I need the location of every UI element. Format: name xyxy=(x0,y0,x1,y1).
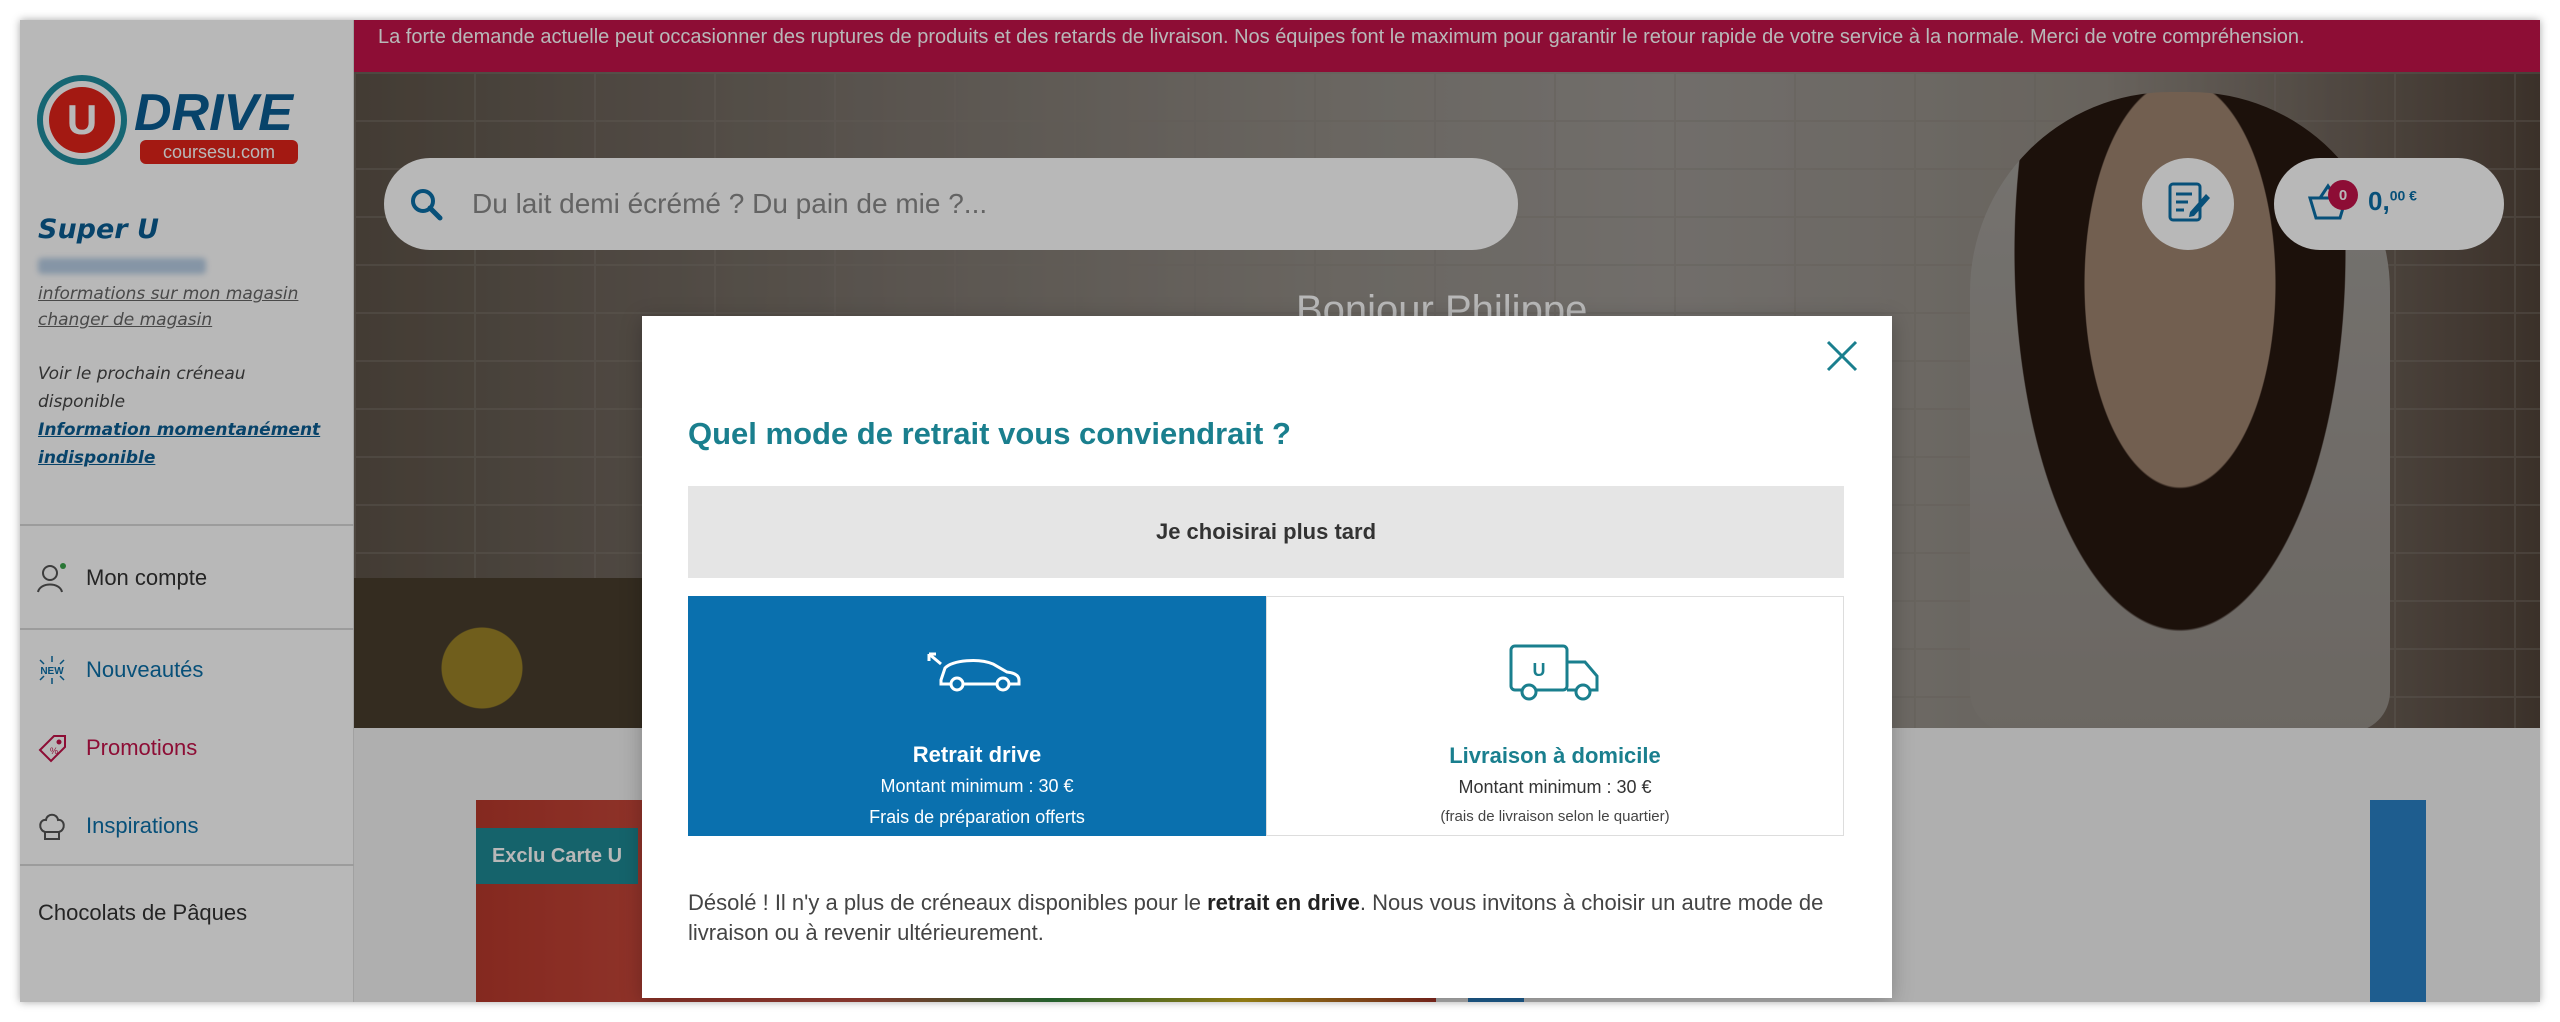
browser-viewport: U DRIVE coursesu.com Super U information… xyxy=(20,20,2540,1002)
option-fees: Frais de préparation offerts xyxy=(869,807,1085,827)
delivery-mode-modal: Quel mode de retrait vous conviendrait ?… xyxy=(642,316,1892,998)
option-title: Livraison à domicile xyxy=(1449,743,1661,768)
unavailable-message: Désolé ! Il n'y a plus de créneaux dispo… xyxy=(688,890,1824,945)
drive-pickup-option[interactable]: Retrait drive Montant minimum : 30 € Fra… xyxy=(688,596,1266,836)
home-delivery-option[interactable]: U Livraison à domicile Montant minimum :… xyxy=(1266,596,1844,836)
close-icon xyxy=(1824,338,1860,378)
option-minimum: Montant minimum : 30 € xyxy=(1458,777,1652,797)
option-title: Retrait drive xyxy=(912,742,1042,767)
option-fees: (frais de livraison selon le quartier) xyxy=(1440,808,1670,825)
car-icon xyxy=(922,636,1032,706)
close-button[interactable] xyxy=(1820,336,1864,380)
svg-text:U: U xyxy=(1533,660,1546,680)
choose-later-button[interactable]: Je choisirai plus tard xyxy=(688,486,1844,578)
option-minimum: Montant minimum : 30 € xyxy=(880,776,1074,796)
modal-title: Quel mode de retrait vous conviendrait ? xyxy=(688,416,1291,451)
truck-icon: U xyxy=(1500,637,1610,707)
